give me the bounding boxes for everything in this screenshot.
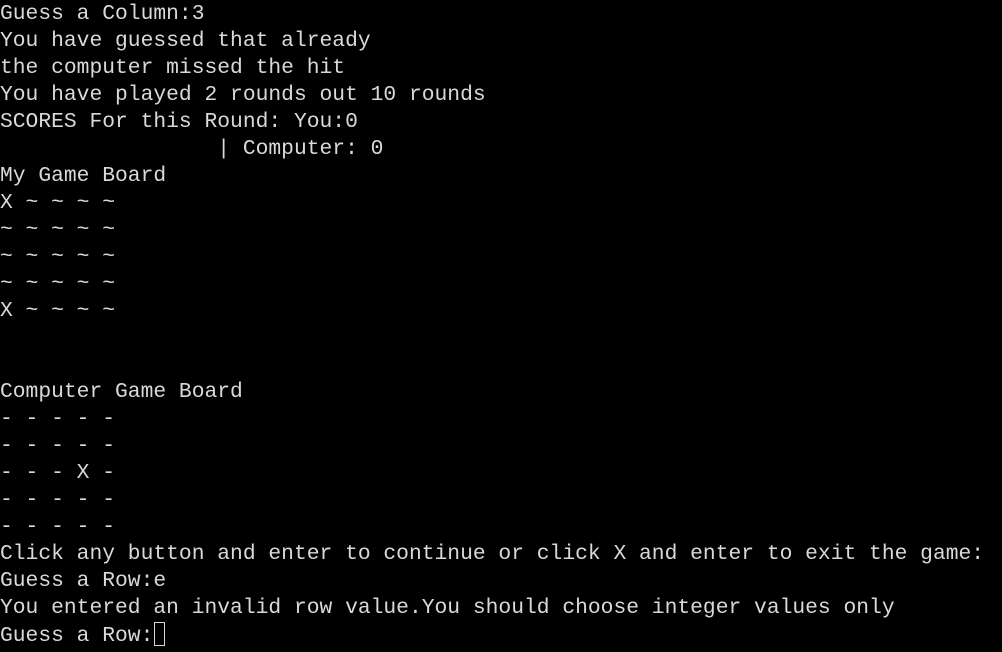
output-line-score-computer: | Computer: 0 (0, 137, 384, 161)
computer-board-row: - - - X - (0, 461, 116, 485)
computer-board-title: Computer Game Board (0, 380, 243, 404)
output-line-guess-row-entered: Guess a Row:e (0, 569, 167, 593)
output-line-guess-column: Guess a Column:3 (0, 2, 205, 26)
output-line-score-you: SCORES For this Round: You:0 (0, 110, 358, 134)
computer-board-row: - - - - - (0, 515, 116, 539)
invalid-row-error: You entered an invalid row value.You sho… (0, 596, 895, 620)
computer-board-row: - - - - - (0, 434, 116, 458)
text-cursor (154, 622, 166, 646)
my-board-row: X ~ ~ ~ ~ (0, 299, 116, 323)
computer-board-row: - - - - - (0, 488, 116, 512)
my-board-row: ~ ~ ~ ~ ~ (0, 245, 116, 269)
output-line-rounds-played: You have played 2 rounds out 10 rounds (0, 83, 486, 107)
prompt-label: Guess a Row: (0, 624, 154, 648)
output-line-already-guessed: You have guessed that already (0, 29, 371, 53)
output-line-computer-missed: the computer missed the hit (0, 56, 346, 80)
my-board-row: X ~ ~ ~ ~ (0, 191, 116, 215)
continue-instruction: Click any button and enter to continue o… (0, 542, 985, 566)
input-prompt-line[interactable]: Guess a Row: (0, 622, 1002, 649)
computer-board-row: - - - - - (0, 407, 116, 431)
my-board-row: ~ ~ ~ ~ ~ (0, 272, 116, 296)
my-board-title: My Game Board (0, 164, 167, 188)
terminal-window[interactable]: Guess a Column:3 You have guessed that a… (0, 0, 1002, 652)
my-board-row: ~ ~ ~ ~ ~ (0, 218, 116, 242)
